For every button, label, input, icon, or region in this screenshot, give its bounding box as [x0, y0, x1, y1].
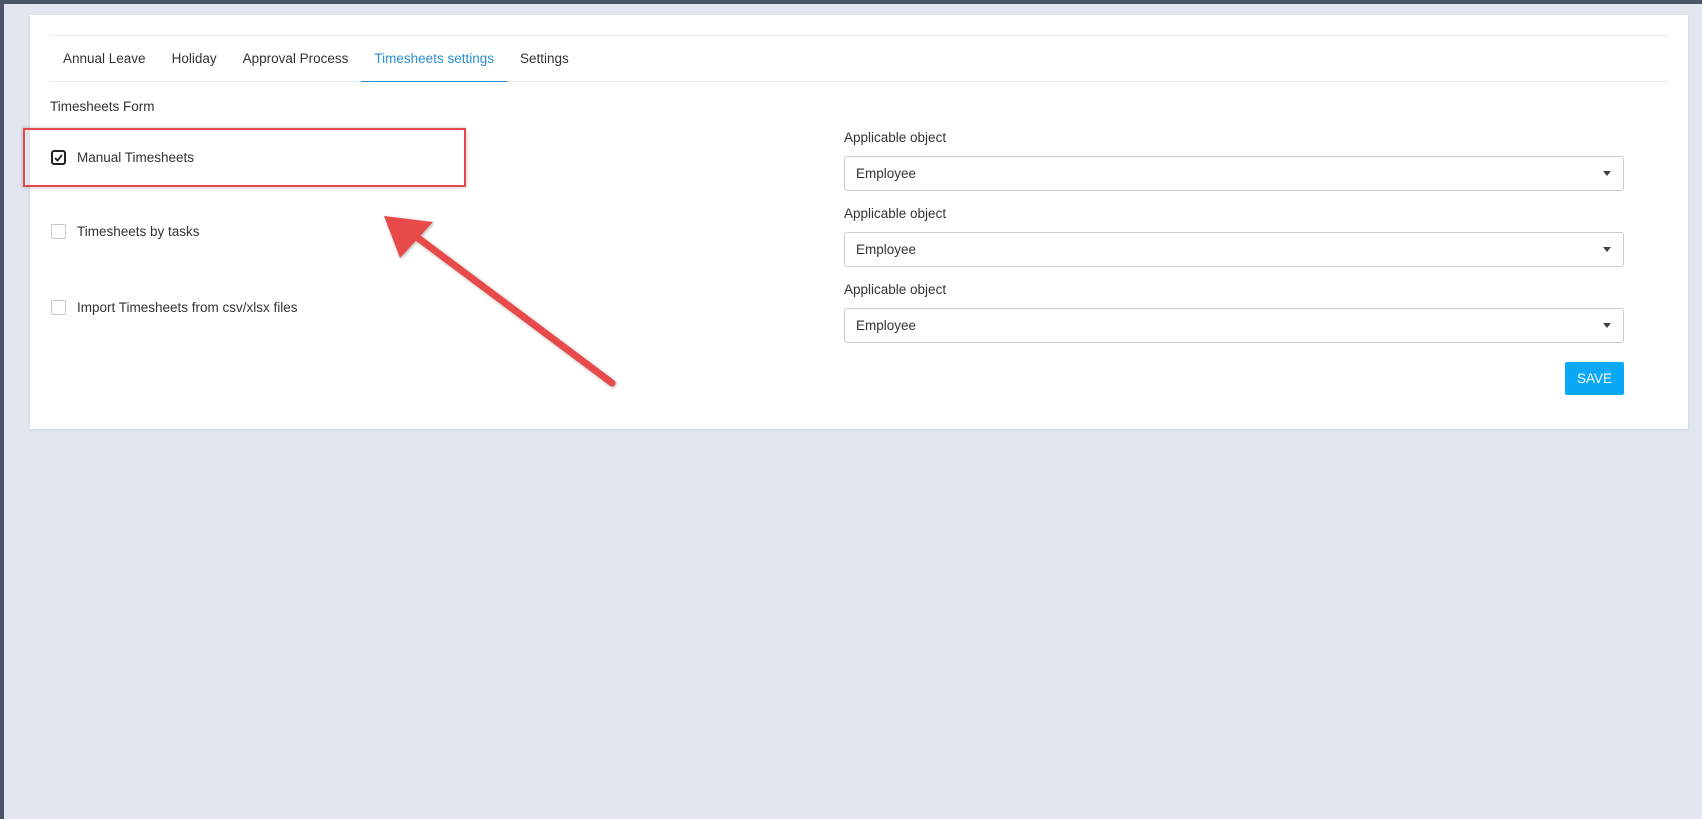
- caret-down-icon: [1603, 171, 1611, 176]
- caret-down-icon: [1603, 323, 1611, 328]
- caret-down-icon: [1603, 247, 1611, 252]
- tab-settings[interactable]: Settings: [507, 36, 582, 81]
- applicable-object-value-2: Employee: [856, 242, 917, 257]
- applicable-object-value-3: Employee: [856, 318, 917, 333]
- timesheets-form-title: Timesheets Form: [50, 99, 155, 114]
- tab-annual-leave[interactable]: Annual Leave: [50, 36, 159, 81]
- applicable-object-label-3: Applicable object: [844, 282, 947, 297]
- applicable-object-select-2[interactable]: Employee: [844, 232, 1624, 267]
- annotation-highlight-box: [23, 128, 466, 187]
- import-timesheets-checkbox[interactable]: [51, 300, 66, 315]
- applicable-object-label-1: Applicable object: [844, 130, 947, 145]
- option-import-timesheets[interactable]: Import Timesheets from csv/xlsx files: [51, 300, 298, 315]
- tab-timesheets-settings[interactable]: Timesheets settings: [361, 36, 507, 82]
- applicable-object-select-3[interactable]: Employee: [844, 308, 1624, 343]
- settings-card: Annual Leave Holiday Approval Process Ti…: [30, 15, 1688, 429]
- option-timesheets-by-tasks[interactable]: Timesheets by tasks: [51, 224, 200, 239]
- timesheets-by-tasks-checkbox[interactable]: [51, 224, 66, 239]
- timesheets-by-tasks-label: Timesheets by tasks: [77, 224, 200, 239]
- import-timesheets-label: Import Timesheets from csv/xlsx files: [77, 300, 298, 315]
- applicable-object-value-1: Employee: [856, 166, 917, 181]
- tab-approval-process[interactable]: Approval Process: [230, 36, 362, 81]
- window-top-edge: [0, 0, 1702, 4]
- window-left-edge: [0, 0, 4, 819]
- applicable-object-label-2: Applicable object: [844, 206, 947, 221]
- tab-bar: Annual Leave Holiday Approval Process Ti…: [50, 35, 1668, 82]
- applicable-object-select-1[interactable]: Employee: [844, 156, 1624, 191]
- tab-holiday[interactable]: Holiday: [159, 36, 230, 81]
- save-button[interactable]: SAVE: [1565, 362, 1624, 395]
